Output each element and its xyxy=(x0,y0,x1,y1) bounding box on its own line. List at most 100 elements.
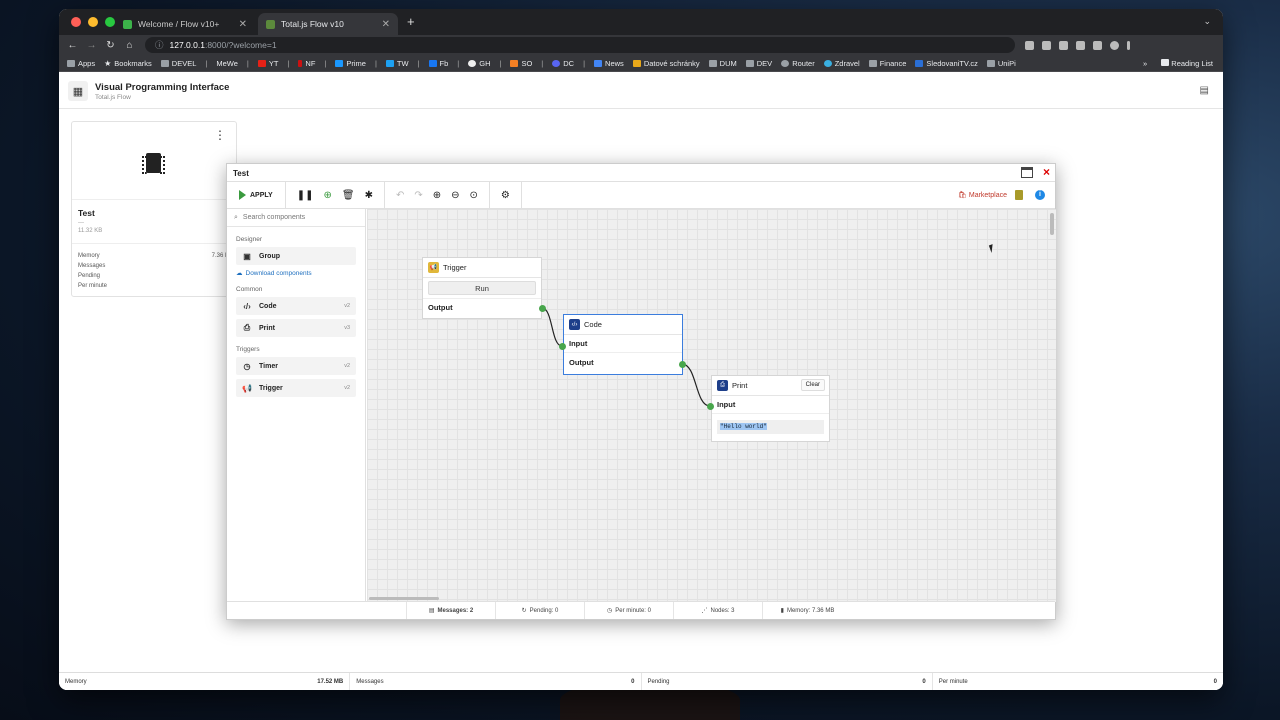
bookmark-sledovanitv[interactable]: SledovaniTV.cz xyxy=(915,59,978,68)
docs-book-icon[interactable]: ▤ xyxy=(1200,85,1209,96)
reading-list-button[interactable]: Reading List xyxy=(1161,58,1213,68)
bookmark-dum[interactable]: DUM xyxy=(708,59,737,68)
search-input[interactable]: Search components xyxy=(243,214,305,221)
component-group[interactable]: ▣ Group xyxy=(236,247,356,265)
extension-icon[interactable] xyxy=(1025,40,1034,50)
flow-canvas[interactable]: 📢 Trigger Run Output ‹/› Code Input Output… xyxy=(367,209,1056,602)
minimize-window-button[interactable] xyxy=(88,17,98,27)
bookmark-news[interactable]: News xyxy=(594,59,624,68)
search-icon: ⌕ xyxy=(234,213,238,221)
trigger-output-port[interactable] xyxy=(539,305,546,312)
browser-tab-flow[interactable]: Total.js Flow v10 ✕ xyxy=(258,13,398,35)
maximize-window-button[interactable] xyxy=(105,17,115,27)
download-components-link[interactable]: ☁ Download components xyxy=(227,269,365,278)
code-icon: ‹/› xyxy=(569,319,580,330)
bookmark-mewe[interactable]: MeWe xyxy=(216,59,238,68)
component-search[interactable]: ⌕ Search components xyxy=(227,209,365,227)
bookmark-so[interactable]: SO xyxy=(510,59,532,68)
browser-menu-icon[interactable] xyxy=(1127,40,1130,50)
bookmarks-overflow-button[interactable]: » xyxy=(1143,59,1147,68)
tab-label: Total.js Flow v10 xyxy=(281,19,344,29)
browser-tab-welcome[interactable]: Welcome / Flow v10+ ✕ xyxy=(115,13,255,35)
close-tab-icon[interactable]: ✕ xyxy=(382,19,390,30)
print-input-port[interactable] xyxy=(707,403,714,410)
node-code[interactable]: ‹/› Code Input Output xyxy=(563,314,683,375)
separator: | xyxy=(374,58,377,68)
forward-icon[interactable]: → xyxy=(82,40,101,51)
home-icon[interactable]: ⌂ xyxy=(120,40,139,51)
print-output: "Hello world" xyxy=(717,420,824,434)
folder-icon xyxy=(160,59,169,67)
connection-trigger-code[interactable] xyxy=(541,307,563,347)
input-port-label: Input xyxy=(712,396,829,414)
connection-code-print[interactable] xyxy=(681,363,711,407)
bookmark-gh[interactable]: GH xyxy=(468,59,491,68)
bookmark-prime[interactable]: Prime xyxy=(335,59,366,68)
zoom-in-icon[interactable]: ⊕ xyxy=(433,190,441,201)
clear-button[interactable]: Clear xyxy=(800,379,825,391)
bookmark-apps[interactable]: Apps xyxy=(67,59,95,68)
component-trigger[interactable]: 📢 Trigger v2 xyxy=(236,379,356,397)
component-print[interactable]: ⎙ Print v3 xyxy=(236,319,356,337)
settings-gear-icon[interactable]: ⚙ xyxy=(501,190,510,201)
node-print[interactable]: ⎙ Print Clear Input "Hello world" xyxy=(711,375,830,442)
extension-icon[interactable] xyxy=(1076,40,1085,50)
chip-icon xyxy=(142,153,165,174)
back-icon[interactable]: ← xyxy=(63,40,82,51)
stat-row: Messages xyxy=(78,263,106,269)
tab-search-icon[interactable]: ⌄ xyxy=(1203,16,1211,27)
component-code[interactable]: ‹/› Code v2 xyxy=(236,297,356,315)
more-options-icon[interactable]: ⋮ xyxy=(214,128,226,142)
zoom-reset-icon[interactable]: ⊙ xyxy=(470,190,478,201)
bookmark-nf[interactable]: NF xyxy=(298,59,315,68)
debug-bug-icon[interactable]: ✱ xyxy=(365,190,373,201)
bookmark-finance[interactable]: Finance xyxy=(868,59,906,68)
new-tab-button[interactable]: + xyxy=(407,14,415,29)
run-button[interactable]: Run xyxy=(428,281,536,295)
code-input-port[interactable] xyxy=(559,343,566,350)
tab-label: Welcome / Flow v10+ xyxy=(138,19,220,29)
close-window-button[interactable] xyxy=(71,17,81,27)
maximize-icon[interactable] xyxy=(1021,167,1033,178)
add-icon[interactable]: ⊕ xyxy=(323,190,331,201)
extension-icon[interactable] xyxy=(1042,40,1051,50)
bookmark-dev[interactable]: DEV xyxy=(745,59,772,68)
bookmark-datove-schranky[interactable]: Datové schránky xyxy=(632,59,700,68)
bookmark-tw[interactable]: TW xyxy=(385,59,409,68)
reload-icon[interactable]: ↻ xyxy=(101,40,120,51)
extensions-puzzle-icon[interactable] xyxy=(1093,40,1102,50)
bookmark-fb[interactable]: Fb xyxy=(428,59,448,68)
flow-card[interactable]: ⋮ Test --- 11.32 KB Memory 7.36 M Message… xyxy=(71,121,237,297)
close-icon[interactable]: × xyxy=(1043,165,1050,179)
component-timer[interactable]: ◷ Timer v2 xyxy=(236,357,356,375)
close-tab-icon[interactable]: ✕ xyxy=(239,19,247,30)
vertical-scrollbar[interactable] xyxy=(1050,213,1054,235)
trash-icon[interactable]: 🗑 xyxy=(342,190,355,201)
bookmark-bookmarks[interactable]: ★ Bookmarks xyxy=(104,59,152,68)
code-output-port[interactable] xyxy=(679,361,686,368)
pause-icon[interactable]: ❚❚ xyxy=(297,190,314,201)
undo-icon[interactable]: ↶ xyxy=(396,190,404,201)
apply-button[interactable]: APPLY xyxy=(227,182,286,208)
docs-book-icon[interactable] xyxy=(1015,190,1023,200)
bookmark-yt[interactable]: YT xyxy=(257,59,278,68)
output-port-label: Output xyxy=(423,298,541,316)
folder-icon xyxy=(868,59,877,67)
zoom-out-icon[interactable]: ⊖ xyxy=(451,190,459,201)
node-trigger[interactable]: 📢 Trigger Run Output xyxy=(422,257,542,319)
extension-icon[interactable] xyxy=(1059,40,1068,50)
redo-icon[interactable]: ↷ xyxy=(414,190,422,201)
info-icon[interactable]: i xyxy=(1035,190,1045,200)
site-info-icon[interactable]: ⓘ xyxy=(155,39,164,51)
bookmark-zdravel[interactable]: Zdravel xyxy=(823,59,860,68)
apps-menu-icon[interactable]: ▦ xyxy=(68,81,88,101)
profile-avatar[interactable] xyxy=(1110,40,1119,50)
horizontal-scrollbar[interactable] xyxy=(369,597,439,600)
bookmark-dc[interactable]: DC xyxy=(552,59,574,68)
bookmark-unipi[interactable]: UniPi xyxy=(986,59,1016,68)
bookmark-devel[interactable]: DEVEL xyxy=(160,59,196,68)
url-bar[interactable]: ⓘ 127.0.0.1:8000/?welcome=1 xyxy=(145,37,1015,53)
bookmark-router[interactable]: Router xyxy=(781,59,815,68)
marketplace-button[interactable]: 🛍 Marketplace xyxy=(958,191,1007,199)
netflix-icon xyxy=(298,59,303,67)
